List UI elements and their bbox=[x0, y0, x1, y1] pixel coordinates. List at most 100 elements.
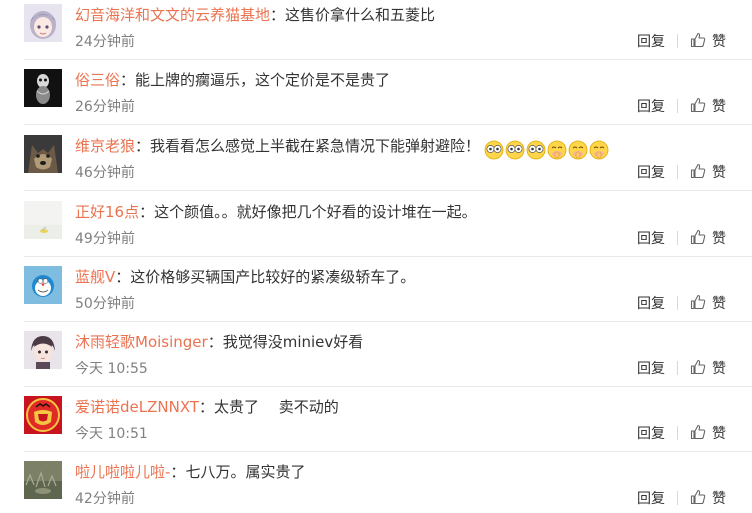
hush-emoji-icon bbox=[589, 140, 609, 160]
comment-actions: 回复 赞 bbox=[637, 424, 726, 444]
dark-figure-avatar[interactable] bbox=[24, 69, 62, 107]
comment-line: 幻音海洋和文文的云养猫基地：这售价拿什么和五菱比 bbox=[75, 5, 435, 25]
eyes-emoji-icon bbox=[484, 140, 504, 160]
comment-item: 沐雨轻歌Moisinger：我觉得没miniev好看 今天 10:55 回复 赞 bbox=[0, 327, 752, 387]
wolf-avatar[interactable] bbox=[24, 135, 62, 173]
reply-button[interactable]: 回复 bbox=[637, 359, 665, 379]
comment-time: 今天 10:55 bbox=[75, 361, 148, 377]
action-divider bbox=[677, 426, 678, 440]
reply-button[interactable]: 回复 bbox=[637, 424, 665, 444]
thumbs-up-icon bbox=[690, 359, 706, 375]
comment-item: 俗三俗：能上牌的瘸逼乐，这个定价是不是贵了 26分钟前 回复 赞 bbox=[0, 65, 752, 125]
comment-actions: 回复 赞 bbox=[637, 97, 726, 117]
like-button[interactable]: 赞 bbox=[690, 294, 726, 314]
anime-girl-avatar[interactable] bbox=[24, 4, 62, 42]
like-button[interactable]: 赞 bbox=[690, 489, 726, 509]
comment-line: 正好16点：这个颜值。。就好像把几个好看的设计堆在一起。 bbox=[75, 202, 477, 222]
like-label: 赞 bbox=[712, 99, 726, 115]
reply-button[interactable]: 回复 bbox=[637, 97, 665, 117]
thumbs-up-icon bbox=[690, 229, 706, 245]
thumbs-up-icon bbox=[690, 32, 706, 48]
comment-text: 七八万。属实贵了 bbox=[185, 463, 306, 481]
comment-text: 这个颜值。。就好像把几个好看的设计堆在一起。 bbox=[154, 203, 477, 221]
reply-button[interactable]: 回复 bbox=[637, 294, 665, 314]
reply-button[interactable]: 回复 bbox=[637, 163, 665, 183]
comment-list: 幻音海洋和文文的云养猫基地：这售价拿什么和五菱比 24分钟前 回复赞 俗三俗：能… bbox=[0, 0, 752, 513]
comment-username[interactable]: 幻音海洋和文文的云养猫基地 bbox=[75, 6, 270, 24]
action-divider bbox=[677, 296, 678, 310]
comment-divider bbox=[24, 321, 752, 322]
like-label: 赞 bbox=[712, 296, 726, 312]
like-label: 赞 bbox=[712, 165, 726, 181]
comment-item: 蓝舰V：这价格够买辆国产比较好的紧凑级轿车了。 50分钟前 回复 赞 bbox=[0, 262, 752, 322]
comment-time: 50分钟前 bbox=[75, 296, 135, 312]
comment-username[interactable]: 沐雨轻歌Moisinger bbox=[75, 333, 208, 351]
comment-divider bbox=[24, 190, 752, 191]
comment-item: 正好16点：这个颜值。。就好像把几个好看的设计堆在一起。 49分钟前 回复 赞 bbox=[0, 197, 752, 257]
comment-divider bbox=[24, 59, 752, 60]
comment-actions: 回复 赞 bbox=[637, 489, 726, 509]
eyes-emoji-icon bbox=[505, 140, 525, 160]
comment-username[interactable]: 俗三俗 bbox=[75, 71, 120, 89]
colon-separator: ： bbox=[115, 268, 131, 286]
like-label: 赞 bbox=[712, 231, 726, 247]
action-divider bbox=[677, 34, 678, 48]
comment-actions: 回复 赞 bbox=[637, 163, 726, 183]
thumbs-up-icon bbox=[690, 424, 706, 440]
like-button[interactable]: 赞 bbox=[690, 32, 726, 52]
like-button[interactable]: 赞 bbox=[690, 97, 726, 117]
colon-separator: ： bbox=[139, 203, 155, 221]
comment-item: 维京老狼：我看看怎么感觉上半截在紧急情况下能弹射避险！ 46分钟前 回复 赞 bbox=[0, 131, 752, 191]
emoji-row bbox=[484, 140, 610, 160]
comment-line: 维京老狼：我看看怎么感觉上半截在紧急情况下能弹射避险！ bbox=[75, 136, 610, 160]
comment-line: 蓝舰V：这价格够买辆国产比较好的紧凑级轿车了。 bbox=[75, 267, 415, 287]
comment-line: 啦儿啦啦儿啦-：七八万。属实贵了 bbox=[75, 462, 305, 482]
action-divider bbox=[677, 231, 678, 245]
comment-text: 我看看怎么感觉上半截在紧急情况下能弹射避险！ bbox=[150, 137, 481, 155]
comment-line: 爱诺诺deLZNNXT：太贵了 卖不动的 bbox=[75, 397, 339, 417]
comment-username[interactable]: 啦儿啦啦儿啦- bbox=[75, 463, 170, 481]
action-divider bbox=[677, 165, 678, 179]
colon-separator: ： bbox=[135, 137, 151, 155]
light-landscape-avatar[interactable] bbox=[24, 201, 62, 239]
like-label: 赞 bbox=[712, 361, 726, 377]
colon-separator: ： bbox=[207, 333, 223, 351]
like-button[interactable]: 赞 bbox=[690, 229, 726, 249]
like-label: 赞 bbox=[712, 34, 726, 50]
hush-emoji-icon bbox=[547, 140, 567, 160]
comment-item: 啦儿啦啦儿啦-：七八万。属实贵了 42分钟前 回复 赞 bbox=[0, 457, 752, 513]
doraemon-avatar[interactable] bbox=[24, 266, 62, 304]
comment-username[interactable]: 维京老狼 bbox=[75, 137, 135, 155]
comment-divider bbox=[24, 124, 752, 125]
grass-photo-avatar[interactable] bbox=[24, 461, 62, 499]
reply-button[interactable]: 回复 bbox=[637, 229, 665, 249]
comment-divider bbox=[24, 451, 752, 452]
like-button[interactable]: 赞 bbox=[690, 359, 726, 379]
action-divider bbox=[677, 361, 678, 375]
reply-button[interactable]: 回复 bbox=[637, 32, 665, 52]
reply-button[interactable]: 回复 bbox=[637, 489, 665, 509]
comment-text: 我觉得没miniev好看 bbox=[222, 333, 364, 351]
like-button[interactable]: 赞 bbox=[690, 163, 726, 183]
colon-separator: ： bbox=[170, 463, 186, 481]
comment-divider bbox=[24, 386, 752, 387]
comment-time: 24分钟前 bbox=[75, 34, 135, 50]
comment-username[interactable]: 爱诺诺deLZNNXT bbox=[75, 398, 199, 416]
thumbs-up-icon bbox=[690, 97, 706, 113]
thumbs-up-icon bbox=[690, 163, 706, 179]
comment-username[interactable]: 蓝舰V bbox=[75, 268, 115, 286]
comment-divider bbox=[24, 256, 752, 257]
comment-actions: 回复 赞 bbox=[637, 32, 726, 52]
comment-item: 幻音海洋和文文的云养猫基地：这售价拿什么和五菱比 24分钟前 回复 赞 bbox=[0, 0, 752, 60]
football-crest-avatar[interactable] bbox=[24, 396, 62, 434]
colon-separator: ： bbox=[270, 6, 286, 24]
like-button[interactable]: 赞 bbox=[690, 424, 726, 444]
thumbs-up-icon bbox=[690, 294, 706, 310]
comment-item: 爱诺诺deLZNNXT：太贵了 卖不动的 今天 10:51 回复 赞 bbox=[0, 392, 752, 452]
comment-username[interactable]: 正好16点 bbox=[75, 203, 139, 221]
anime-boy-avatar[interactable] bbox=[24, 331, 62, 369]
comment-time: 26分钟前 bbox=[75, 99, 135, 115]
hush-emoji-icon bbox=[568, 140, 588, 160]
like-label: 赞 bbox=[712, 426, 726, 442]
comment-text: 这价格够买辆国产比较好的紧凑级轿车了。 bbox=[130, 268, 416, 286]
